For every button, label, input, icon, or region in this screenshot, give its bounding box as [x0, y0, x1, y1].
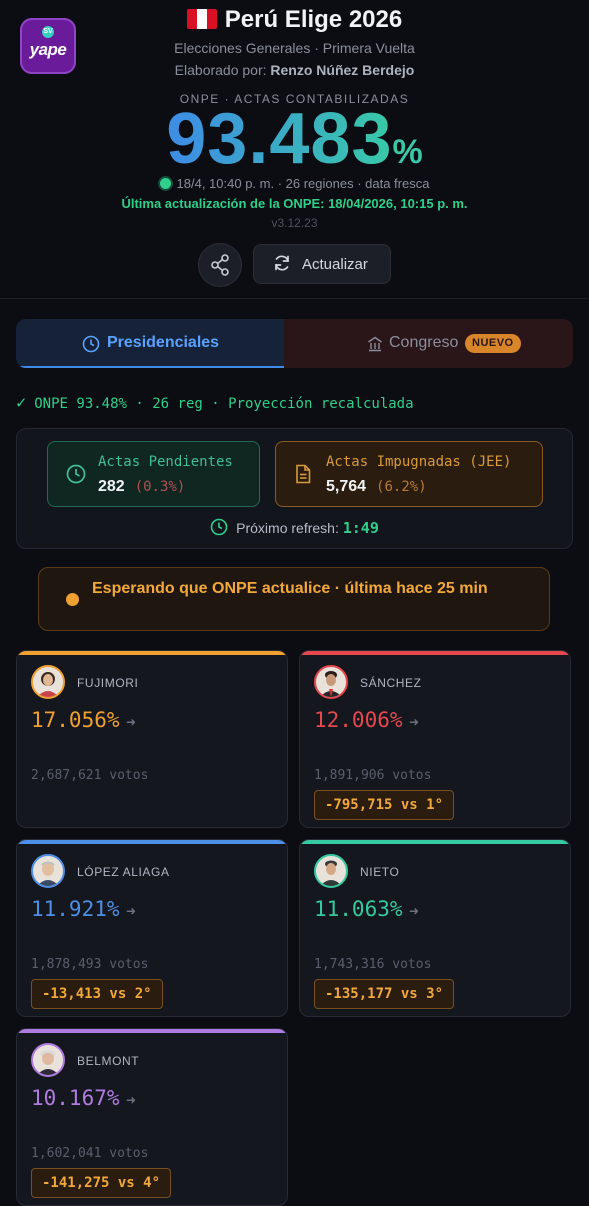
tab-congreso-label: Congreso [389, 334, 459, 351]
candidate-diff-badge: -13,413 vs 2° [31, 979, 163, 1009]
candidate-percent: 11.063% [314, 897, 403, 921]
candidate-avatar [31, 665, 65, 699]
author-line: Elaborado por: Renzo Núñez Berdejo [0, 62, 589, 78]
candidate-portrait-icon [320, 860, 342, 886]
refresh-label: Actualizar [302, 256, 368, 273]
candidate-votes: 1,891,906 votos [314, 768, 432, 783]
author-name: Renzo Núñez Berdejo [270, 62, 415, 78]
arrow-right-icon: ➜ [126, 904, 137, 918]
last-update: Última actualización de la ONPE: 18/04/2… [121, 196, 468, 211]
tab-presidenciales[interactable]: Presidenciales [16, 319, 284, 368]
candidate-name: FUJIMORI [77, 676, 139, 690]
candidate-percent: 12.006% [314, 708, 403, 732]
candidate-votes: 1,743,316 votos [314, 957, 432, 972]
candidate-portrait-icon [320, 671, 342, 697]
arrow-right-icon: ➜ [126, 715, 137, 729]
candidate-percent: 10.167% [31, 1086, 120, 1110]
candidate-avatar [31, 854, 65, 888]
waiting-banner: Esperando que ONPE actualice · última ha… [38, 567, 550, 631]
page-title-row: Perú Elige 2026 [0, 6, 589, 34]
arrow-right-icon: ➜ [409, 904, 420, 918]
candidate-avatar [314, 854, 348, 888]
next-refresh-label: Próximo refresh: [236, 520, 339, 536]
candidate-portrait-icon [37, 861, 59, 886]
actas-impugnadas-value: 5,764 (6.2%) [326, 478, 427, 496]
candidate-name: SÁNCHEZ [360, 676, 422, 690]
actas-impugnadas-pct: (6.2%) [376, 479, 427, 495]
actas-impugnadas-count: 5,764 [326, 478, 367, 495]
clock-icon [210, 518, 228, 536]
candidate-color-bar [17, 840, 287, 844]
share-button[interactable] [198, 243, 242, 287]
clock-icon [66, 464, 86, 484]
building-icon [368, 336, 382, 352]
actas-percentage: 93.483% [0, 98, 589, 180]
live-dot-icon [159, 178, 171, 189]
next-refresh: Próximo refresh: 1:49 [17, 518, 572, 537]
candidate-votes: 1,878,493 votos [31, 957, 149, 972]
candidate-card-nieto[interactable]: NIETO 11.063% ➜ 1,743,316 votos -135,177… [299, 839, 571, 1017]
candidate-card-belmont[interactable]: BELMONT 10.167% ➜ 1,602,041 votos -141,2… [16, 1028, 288, 1206]
actas-percentage-number: 93.483 [166, 99, 393, 179]
tab-presidenciales-label: Presidenciales [107, 334, 220, 351]
warning-dot-icon [66, 593, 79, 606]
actas-pendientes-value: 282 (0.3%) [98, 478, 185, 496]
page-subtitle: Elecciones Generales · Primera Vuelta [174, 40, 415, 56]
actas-percentage-sign: % [392, 133, 423, 171]
actas-pendientes-pct: (0.3%) [134, 479, 186, 495]
candidate-avatar [31, 1043, 65, 1077]
author-prefix: Elaborado por: [174, 62, 267, 78]
actas-pendientes-title: Actas Pendientes [98, 454, 233, 470]
candidate-percent: 17.056% [31, 708, 120, 732]
candidate-color-bar [300, 651, 570, 655]
page-title: Perú Elige 2026 [224, 6, 403, 33]
header-divider [0, 298, 589, 299]
candidate-diff-badge: -795,715 vs 1° [314, 790, 455, 820]
actas-panel: Actas Pendientes 282 (0.3%) Actas Impugna… [16, 428, 573, 549]
candidate-portrait-icon [37, 672, 59, 697]
candidate-votes: 2,687,621 votos [31, 768, 149, 783]
peru-flag-icon [186, 9, 217, 29]
status-line-text: ONPE 93.48% · 26 reg · Proyección recalc… [34, 396, 414, 412]
clock-icon [82, 335, 100, 353]
candidate-name: BELMONT [77, 1054, 140, 1068]
candidate-name: LÓPEZ ALIAGA [77, 865, 170, 879]
status-line: ✓ ONPE 93.48% · 26 reg · Proyección recal… [16, 393, 414, 413]
refresh-icon [275, 255, 289, 271]
candidate-diff-badge: -141,275 vs 4° [31, 1168, 172, 1198]
version-label: v3.12.23 [271, 216, 318, 230]
data-meta: 18/4, 10:40 p. m. · 26 regiones · data f… [0, 176, 589, 191]
candidate-color-bar [17, 1029, 287, 1033]
actas-pendientes-count: 282 [98, 478, 125, 495]
candidate-name: NIETO [360, 865, 400, 879]
actas-impugnadas-card: Actas Impugnadas (JEE) 5,764 (6.2%) [275, 441, 543, 507]
candidate-percent: 11.921% [31, 897, 120, 921]
actas-impugnadas-title: Actas Impugnadas (JEE) [326, 454, 512, 470]
candidate-card-sanchez[interactable]: SÁNCHEZ 12.006% ➜ 1,891,906 votos -795,7… [299, 650, 571, 828]
tab-congreso[interactable]: Congreso NUEVO [284, 319, 573, 368]
waiting-banner-text: Esperando que ONPE actualice · última ha… [92, 580, 488, 597]
election-tabs: Presidenciales Congreso NUEVO [16, 319, 573, 368]
candidate-avatar [314, 665, 348, 699]
data-meta-text: 18/4, 10:40 p. m. · 26 regiones · data f… [176, 176, 430, 191]
candidate-votes: 1,602,041 votos [31, 1146, 149, 1161]
candidate-color-bar [17, 651, 287, 655]
candidate-portrait-icon [37, 1050, 59, 1075]
candidate-diff-badge: -135,177 vs 3° [314, 979, 455, 1009]
share-icon [211, 254, 229, 276]
arrow-right-icon: ➜ [409, 715, 420, 729]
new-badge: NUEVO [465, 334, 521, 353]
arrow-right-icon: ➜ [126, 1093, 137, 1107]
refresh-button[interactable]: Actualizar [253, 244, 391, 284]
check-icon: ✓ [16, 393, 27, 413]
candidate-card-lopez-aliaga[interactable]: LÓPEZ ALIAGA 11.921% ➜ 1,878,493 votos -… [16, 839, 288, 1017]
candidate-card-fujimori[interactable]: FUJIMORI 17.056% ➜ 2,687,621 votos [16, 650, 288, 828]
next-refresh-countdown: 1:49 [342, 519, 379, 537]
document-icon [296, 464, 311, 484]
actas-pendientes-card: Actas Pendientes 282 (0.3%) [47, 441, 260, 507]
candidate-color-bar [300, 840, 570, 844]
